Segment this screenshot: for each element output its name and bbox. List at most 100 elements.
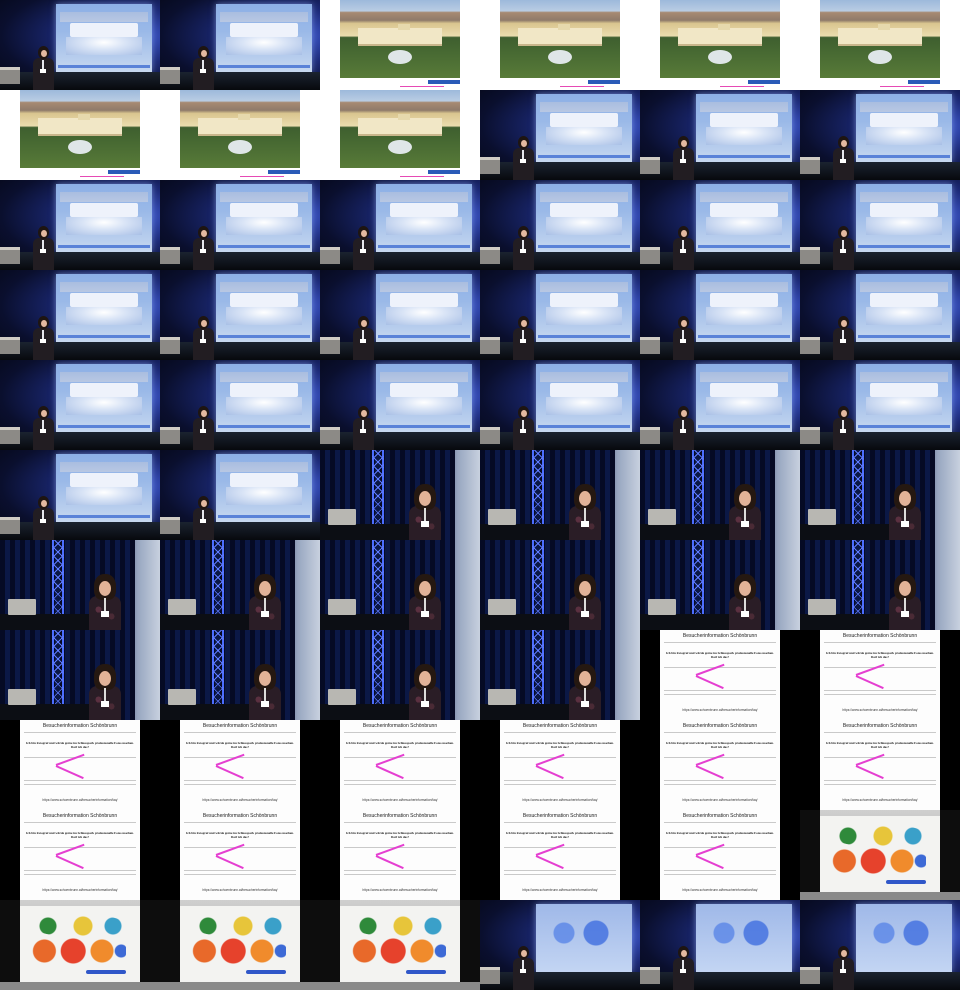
projection-screen xyxy=(376,364,472,432)
live-speaker-photo xyxy=(160,630,320,720)
thumbnail[interactable] xyxy=(480,900,640,990)
thumbnail[interactable] xyxy=(480,180,640,270)
webpage-title: Besucherinformation Schönbrunn xyxy=(842,633,918,639)
thumbnail[interactable] xyxy=(160,450,320,540)
thumbnail[interactable]: Besucherinformation Schönbrunn Ich bin F… xyxy=(480,810,640,900)
thumbnail[interactable]: Besucherinformation Schönbrunn Ich bin F… xyxy=(320,810,480,900)
lectern xyxy=(640,157,660,174)
thumbnail[interactable] xyxy=(160,0,320,90)
thumbnail[interactable]: Besucherinformation Schönbrunn Ich bin F… xyxy=(800,720,960,810)
thumbnail[interactable] xyxy=(480,90,640,180)
thumbnail[interactable] xyxy=(320,180,480,270)
thumbnail[interactable] xyxy=(160,540,320,630)
thumbnail[interactable]: Besucherinformation Schönbrunn Ich bin F… xyxy=(0,810,160,900)
thumbnail[interactable] xyxy=(160,180,320,270)
thumbnail[interactable] xyxy=(480,450,640,540)
laptop xyxy=(488,599,516,615)
annotation-arrow xyxy=(695,765,724,780)
palace-photo-slide xyxy=(320,0,480,90)
palace-photo-slide xyxy=(320,90,480,180)
thumbnail[interactable] xyxy=(640,180,800,270)
annotation-arrow xyxy=(535,753,565,766)
projection-screen xyxy=(56,184,152,252)
thumbnail[interactable] xyxy=(480,630,640,720)
thumbnail[interactable] xyxy=(800,450,960,540)
stage-scene xyxy=(640,90,800,180)
stage-scene xyxy=(160,360,320,450)
thumbnail[interactable] xyxy=(320,90,480,180)
thumbnail[interactable] xyxy=(0,450,160,540)
lectern xyxy=(0,337,20,354)
thumbnail[interactable] xyxy=(0,540,160,630)
thumbnail[interactable] xyxy=(800,180,960,270)
thumbnail[interactable] xyxy=(0,90,160,180)
thumbnail[interactable] xyxy=(160,360,320,450)
thumbnail[interactable] xyxy=(640,90,800,180)
thumbnail[interactable] xyxy=(160,270,320,360)
annotation-arrow xyxy=(375,855,404,870)
thumbnail[interactable] xyxy=(480,360,640,450)
thumbnail[interactable] xyxy=(480,270,640,360)
thumbnail[interactable] xyxy=(160,630,320,720)
speaker xyxy=(670,946,696,990)
thumbnail[interactable] xyxy=(160,900,320,990)
palace-image xyxy=(20,90,140,168)
projection-screen xyxy=(376,184,472,252)
thumbnail[interactable] xyxy=(640,0,800,90)
live-speaker-photo xyxy=(0,540,160,630)
lectern xyxy=(800,247,820,264)
thumbnail[interactable] xyxy=(800,270,960,360)
thumbnail[interactable] xyxy=(640,270,800,360)
webpage-slide: Besucherinformation Schönbrunn Ich bin F… xyxy=(320,810,480,900)
thumbnail[interactable]: Besucherinformation Schönbrunn Ich bin F… xyxy=(640,630,800,720)
thumbnail[interactable] xyxy=(480,540,640,630)
thumbnail[interactable] xyxy=(320,450,480,540)
thumbnail[interactable] xyxy=(480,0,640,90)
lectern xyxy=(160,427,180,444)
thumbnail[interactable] xyxy=(800,540,960,630)
thumbnail[interactable] xyxy=(640,900,800,990)
thumbnail[interactable] xyxy=(160,90,320,180)
thumbnail[interactable]: Besucherinformation Schönbrunn Ich bin F… xyxy=(640,810,800,900)
thumbnail[interactable]: Besucherinformation Schönbrunn Ich bin F… xyxy=(160,810,320,900)
speaker xyxy=(88,574,122,630)
thumbnail[interactable] xyxy=(0,180,160,270)
webpage-title: Besucherinformation Schönbrunn xyxy=(42,723,118,729)
thumbnail[interactable] xyxy=(0,630,160,720)
thumbnail[interactable] xyxy=(640,450,800,540)
thumbnail[interactable]: Besucherinformation Schönbrunn Ich bin F… xyxy=(0,720,160,810)
thumbnail[interactable] xyxy=(800,360,960,450)
speaker xyxy=(350,226,376,270)
laptop xyxy=(488,689,516,705)
thumbnail[interactable] xyxy=(0,0,160,90)
thumbnail[interactable] xyxy=(320,360,480,450)
thumbnail[interactable] xyxy=(320,540,480,630)
thumbnail[interactable] xyxy=(320,0,480,90)
thumbnail[interactable]: Besucherinformation Schönbrunn Ich bin F… xyxy=(800,630,960,720)
thumbnail[interactable] xyxy=(800,810,960,900)
webpage-slide: Besucherinformation Schönbrunn Ich bin F… xyxy=(0,720,160,810)
thumbnail[interactable] xyxy=(640,540,800,630)
stage-scene xyxy=(160,0,320,90)
webpage-heading: Ich bin Fotograf und würde gerne im Schl… xyxy=(186,831,294,839)
thumbnail[interactable] xyxy=(0,900,160,990)
thumbnail[interactable]: Besucherinformation Schönbrunn Ich bin F… xyxy=(320,720,480,810)
thumbnail[interactable] xyxy=(0,270,160,360)
webpage-title: Besucherinformation Schönbrunn xyxy=(682,813,758,819)
thumbnail[interactable] xyxy=(0,360,160,450)
thumbnail[interactable] xyxy=(320,630,480,720)
thumbnail[interactable] xyxy=(320,900,480,990)
annotation-arrow xyxy=(855,663,885,676)
thumbnail[interactable]: Besucherinformation Schönbrunn Ich bin F… xyxy=(480,720,640,810)
thumbnail[interactable] xyxy=(640,360,800,450)
annotation-arrow xyxy=(695,753,725,766)
thumbnail[interactable] xyxy=(320,270,480,360)
thumbnail[interactable]: Besucherinformation Schönbrunn Ich bin F… xyxy=(640,720,800,810)
stage-scene xyxy=(640,360,800,450)
thumbnail[interactable] xyxy=(800,0,960,90)
speaker xyxy=(190,406,216,450)
webpage-url: https://www.schoenbrunn.at/besucherinfor… xyxy=(42,798,118,802)
thumbnail[interactable] xyxy=(800,900,960,990)
thumbnail[interactable] xyxy=(800,90,960,180)
thumbnail[interactable]: Besucherinformation Schönbrunn Ich bin F… xyxy=(160,720,320,810)
